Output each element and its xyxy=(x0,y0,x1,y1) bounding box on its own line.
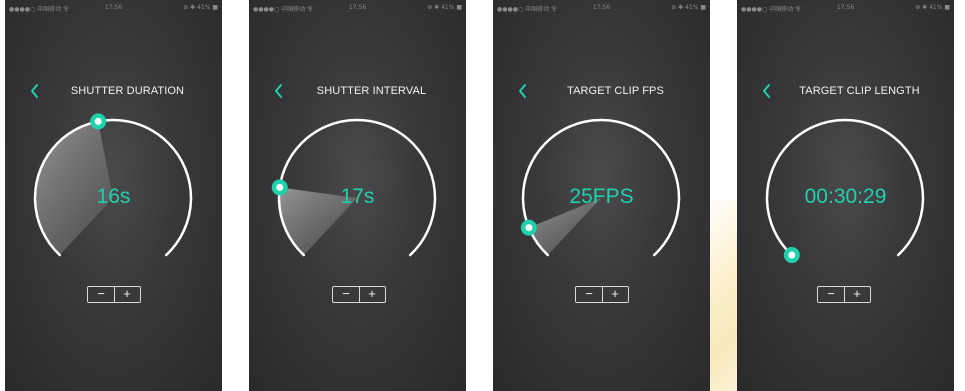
dial-value: 17s xyxy=(340,185,375,208)
decrement-button[interactable]: − xyxy=(576,287,603,302)
phone-screen: ●●●●○ 中国移动 令 17:56 ⊛ ✱ 41% ■ TARGET CLIP… xyxy=(493,0,710,391)
page-title: TARGET CLIP FPS xyxy=(567,85,664,97)
status-bar: ●●●●○ 中国移动 令 17:56 ⊛ ✱ 41% ■ xyxy=(737,0,954,16)
value-stepper: − + xyxy=(87,286,141,303)
value-stepper: − + xyxy=(575,286,629,303)
dial-value: 25FPS xyxy=(569,185,634,208)
status-indicators: ⊛ ✱ 41% ■ xyxy=(671,4,706,11)
dial-handle-icon[interactable] xyxy=(90,113,107,130)
page-title: SHUTTER DURATION xyxy=(70,85,185,97)
nav-header: SHUTTER INTERVAL xyxy=(249,80,466,102)
value-stepper: − + xyxy=(817,286,871,303)
status-bar: ●●●●○ 中国移动 令 17:56 ⊛ ✱ 41% ■ xyxy=(5,0,222,16)
nav-header: SHUTTER DURATION xyxy=(5,80,222,102)
nav-header: TARGET CLIP FPS xyxy=(493,80,710,102)
value-stepper: − + xyxy=(332,286,386,303)
increment-button[interactable]: + xyxy=(602,287,628,302)
dial-value: 16s xyxy=(96,185,131,208)
dial-handle-icon[interactable] xyxy=(783,247,800,264)
phone-screen: ●●●●○ 中国移动 令 17:56 ⊛ ✱ 41% ■ SHUTTER INT… xyxy=(249,0,466,391)
status-indicators: ⊛ ✱ 41% ■ xyxy=(183,4,218,11)
decrement-button[interactable]: − xyxy=(818,287,845,302)
increment-button[interactable]: + xyxy=(114,287,140,302)
dial-value: 00:30:29 xyxy=(804,185,887,208)
increment-button[interactable]: + xyxy=(844,287,870,302)
nav-header: TARGET CLIP LENGTH xyxy=(737,80,954,102)
decrement-button[interactable]: − xyxy=(88,287,115,302)
page-title: TARGET CLIP LENGTH xyxy=(799,85,920,97)
dial-handle-icon[interactable] xyxy=(520,219,537,236)
decrement-button[interactable]: − xyxy=(333,287,360,302)
status-indicators: ⊛ ✱ 41% ■ xyxy=(915,4,950,11)
phone-screen: ●●●●○ 中国移动 令 17:56 ⊛ ✱ 41% ■ SHUTTER DUR… xyxy=(5,0,222,391)
phone-screen: ●●●●○ 中国移动 令 17:56 ⊛ ✱ 41% ■ TARGET CLIP… xyxy=(737,0,954,391)
increment-button[interactable]: + xyxy=(359,287,385,302)
status-indicators: ⊛ ✱ 41% ■ xyxy=(427,4,462,11)
status-bar: ●●●●○ 中国移动 令 17:56 ⊛ ✱ 41% ■ xyxy=(249,0,466,16)
status-bar: ●●●●○ 中国移动 令 17:56 ⊛ ✱ 41% ■ xyxy=(493,0,710,16)
page-title: SHUTTER INTERVAL xyxy=(316,85,427,97)
